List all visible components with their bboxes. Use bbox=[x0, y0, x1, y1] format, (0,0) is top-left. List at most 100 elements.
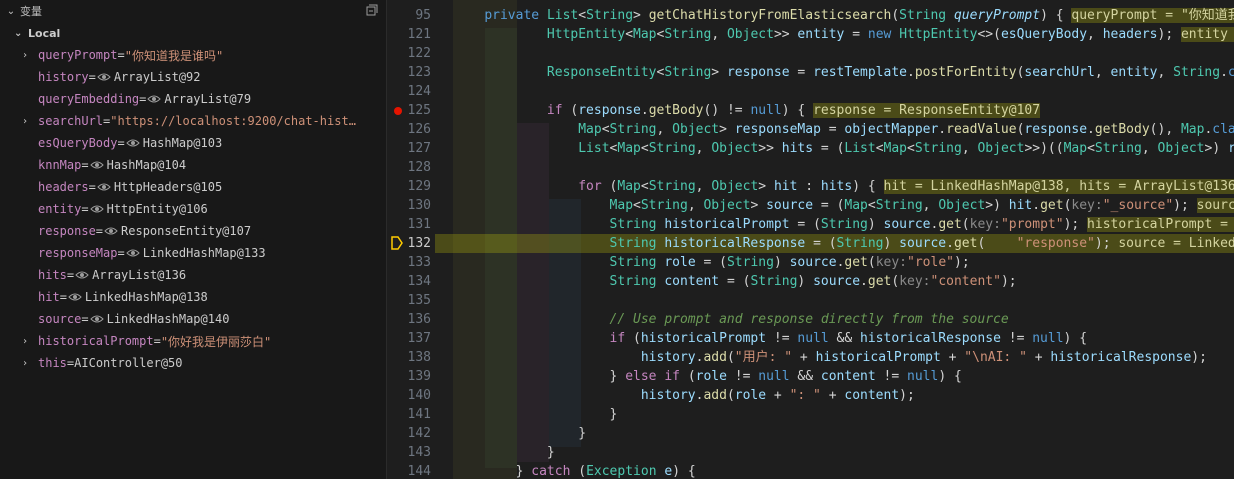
variable-value: ArrayList@79 bbox=[164, 92, 252, 106]
variable-row-response[interactable]: response = ResponseEntity@107 bbox=[0, 220, 386, 242]
variable-row-history[interactable]: history = ArrayList@92 bbox=[0, 66, 386, 88]
code-line[interactable]: HttpEntity<Map<String, Object>> entity =… bbox=[453, 25, 1234, 44]
line-number[interactable]: 136 bbox=[387, 310, 431, 329]
code-line[interactable]: String historicalResponse = (String) sou… bbox=[453, 234, 1234, 253]
variables-panel-title: 变量 bbox=[20, 5, 42, 18]
variable-value: LinkedHashMap@140 bbox=[106, 312, 230, 326]
line-number[interactable]: 137 bbox=[387, 329, 431, 348]
code-line[interactable]: } bbox=[453, 405, 1234, 424]
variables-panel-header[interactable]: ⌄ 变量 bbox=[0, 0, 386, 22]
code-line[interactable] bbox=[453, 82, 1234, 101]
equals-sign: = bbox=[95, 224, 104, 238]
code-line[interactable] bbox=[453, 44, 1234, 63]
code-line[interactable]: } bbox=[453, 424, 1234, 443]
line-number[interactable]: 138 bbox=[387, 348, 431, 367]
line-number[interactable]: 124 bbox=[387, 82, 431, 101]
code-text: String content = (String) source.get(key… bbox=[609, 274, 1017, 289]
eye-icon bbox=[97, 183, 111, 191]
line-number[interactable]: 144 bbox=[387, 462, 431, 479]
code-text: Map<String, Object> source = (Map<String… bbox=[609, 198, 1189, 213]
code-line[interactable]: String historicalPrompt = (String) sourc… bbox=[453, 215, 1234, 234]
line-number[interactable]: 143 bbox=[387, 443, 431, 462]
code-text: if (historicalPrompt != null && historic… bbox=[609, 331, 1088, 346]
variable-name: knnMap bbox=[38, 158, 82, 172]
code-line[interactable]: private List<String> getChatHistoryFromE… bbox=[453, 6, 1234, 25]
variable-row-queryPrompt[interactable]: › queryPrompt = "你知道我是谁吗" bbox=[0, 44, 386, 66]
variable-row-knnMap[interactable]: knnMap = HashMap@104 bbox=[0, 154, 386, 176]
variable-row-hit[interactable]: hit = LinkedHashMap@138 bbox=[0, 286, 386, 308]
line-number[interactable]: 121 bbox=[387, 25, 431, 44]
variable-row-queryEmbedding[interactable]: queryEmbedding = ArrayList@79 bbox=[0, 88, 386, 110]
chevron-right-icon[interactable]: › bbox=[22, 358, 38, 369]
code-text: String historicalResponse = (String) sou… bbox=[609, 236, 1111, 251]
line-number[interactable]: 141 bbox=[387, 405, 431, 424]
breakpoint-dot-icon[interactable] bbox=[394, 107, 402, 115]
line-number[interactable]: 122 bbox=[387, 44, 431, 63]
line-number[interactable]: 131 bbox=[387, 215, 431, 234]
variable-row-source[interactable]: source = LinkedHashMap@140 bbox=[0, 308, 386, 330]
code-line[interactable]: String role = (String) source.get(key:"r… bbox=[453, 253, 1234, 272]
chevron-right-icon[interactable]: › bbox=[22, 50, 38, 61]
code-line[interactable]: Map<String, Object> source = (Map<String… bbox=[453, 196, 1234, 215]
current-line-arrow-icon[interactable] bbox=[391, 236, 403, 250]
code-line[interactable]: history.add(role + ": " + content); bbox=[453, 386, 1234, 405]
inline-debug-value: entity = HttpEntity@106 bbox=[1180, 27, 1234, 42]
line-number[interactable]: 139 bbox=[387, 367, 431, 386]
variable-row-historicalPrompt[interactable]: › historicalPrompt = "你好我是伊丽莎白" bbox=[0, 330, 386, 352]
code-line[interactable]: if (response.getBody() != null) { respon… bbox=[453, 101, 1234, 120]
inline-debug-value: queryPrompt = "你知道我是谁吗" bbox=[1071, 8, 1234, 23]
line-number[interactable]: 130 bbox=[387, 196, 431, 215]
variable-row-headers[interactable]: headers = HttpHeaders@105 bbox=[0, 176, 386, 198]
chevron-right-icon[interactable]: › bbox=[22, 116, 38, 127]
code-line[interactable] bbox=[453, 291, 1234, 310]
variable-row-esQueryBody[interactable]: esQueryBody = HashMap@103 bbox=[0, 132, 386, 154]
line-number[interactable]: 135 bbox=[387, 291, 431, 310]
code-line[interactable]: if (historicalPrompt != null && historic… bbox=[453, 329, 1234, 348]
variable-name: queryEmbedding bbox=[38, 92, 140, 106]
code-editor[interactable]: 95 121 122 123 124 125 126 127 128 129 130 131 132 13… bbox=[387, 0, 1234, 479]
equals-sign: = bbox=[59, 290, 67, 304]
code-line[interactable]: history.add("用户: " + historicalPrompt + … bbox=[453, 348, 1234, 367]
line-number[interactable]: 95 bbox=[387, 6, 431, 25]
line-number[interactable]: 123 bbox=[387, 63, 431, 82]
code-area[interactable]: private List<String> getChatHistoryFromE… bbox=[453, 0, 1234, 479]
line-number[interactable]: 133 bbox=[387, 253, 431, 272]
equals-sign: = bbox=[88, 180, 96, 194]
eye-icon bbox=[126, 139, 140, 147]
variable-name: responseMap bbox=[38, 246, 118, 260]
code-line[interactable]: // Use prompt and response directly from… bbox=[453, 310, 1234, 329]
line-number-gutter[interactable]: 95 121 122 123 124 125 126 127 128 129 130 131 132 13… bbox=[387, 0, 453, 479]
code-line[interactable]: ResponseEntity<String> response = restTe… bbox=[453, 63, 1234, 82]
code-line[interactable] bbox=[453, 158, 1234, 177]
code-line[interactable]: } bbox=[453, 443, 1234, 462]
equals-sign: = bbox=[66, 356, 75, 370]
variable-name: searchUrl bbox=[38, 114, 104, 128]
variable-row-entity[interactable]: entity = HttpEntity@106 bbox=[0, 198, 386, 220]
line-number[interactable]: 134 bbox=[387, 272, 431, 291]
collapse-all-icon[interactable] bbox=[366, 4, 378, 16]
equals-sign: = bbox=[139, 92, 147, 106]
variable-row-responseMap[interactable]: responseMap = LinkedHashMap@133 bbox=[0, 242, 386, 264]
variable-name: esQueryBody bbox=[38, 136, 118, 150]
line-number[interactable]: 142 bbox=[387, 424, 431, 443]
code-line[interactable]: String content = (String) source.get(key… bbox=[453, 272, 1234, 291]
scope-local[interactable]: ⌄ Local bbox=[0, 22, 386, 44]
line-number[interactable]: 127 bbox=[387, 139, 431, 158]
chevron-down-icon: ⌄ bbox=[6, 5, 16, 17]
code-line[interactable]: Map<String, Object> responseMap = object… bbox=[453, 120, 1234, 139]
line-number[interactable]: 128 bbox=[387, 158, 431, 177]
code-text: history.add(role + ": " + content); bbox=[640, 388, 915, 403]
chevron-right-icon[interactable]: › bbox=[22, 336, 38, 347]
line-number[interactable]: 140 bbox=[387, 386, 431, 405]
code-line[interactable]: for (Map<String, Object> hit : hits) { h… bbox=[453, 177, 1234, 196]
line-number[interactable]: 126 bbox=[387, 120, 431, 139]
code-line[interactable]: List<Map<String, Object>> hits = (List<M… bbox=[453, 139, 1234, 158]
code-line[interactable]: } else if (role != null && content != nu… bbox=[453, 367, 1234, 386]
variable-row-hits[interactable]: hits = ArrayList@136 bbox=[0, 264, 386, 286]
variable-value: LinkedHashMap@133 bbox=[142, 246, 266, 260]
variable-row-this[interactable]: › this = AIController@50 bbox=[0, 352, 386, 374]
equals-sign: = bbox=[117, 136, 125, 150]
variable-row-searchUrl[interactable]: › searchUrl = "https://localhost:9200/cha… bbox=[0, 110, 386, 132]
line-number[interactable]: 129 bbox=[387, 177, 431, 196]
code-line[interactable]: } catch (Exception e) { bbox=[453, 462, 1234, 479]
